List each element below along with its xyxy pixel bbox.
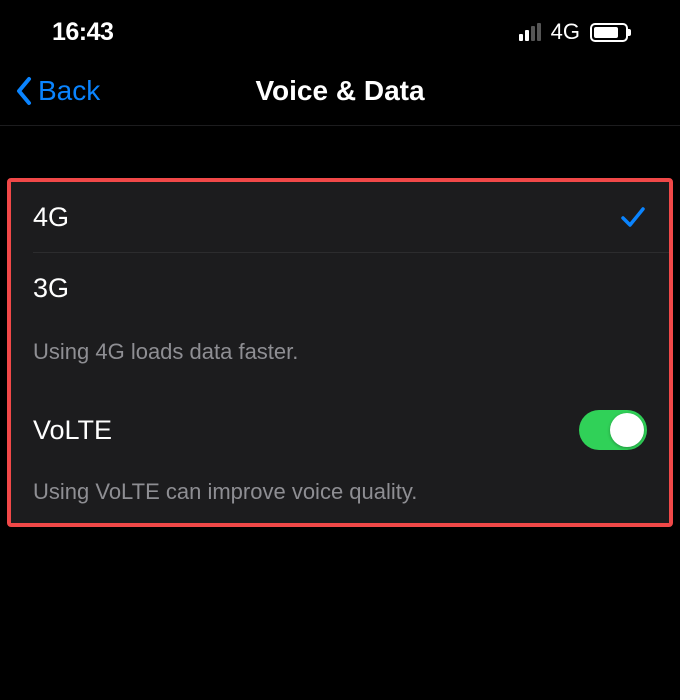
network-type-label: 4G: [551, 19, 580, 45]
content-area: 4G 3G Using 4G loads data faster. VoLTE …: [0, 126, 680, 527]
status-bar: 16:43 4G: [0, 0, 680, 56]
signal-icon: [519, 23, 541, 41]
network-mode-group: 4G 3G: [11, 182, 669, 323]
volte-row[interactable]: VoLTE: [11, 395, 669, 465]
option-4g[interactable]: 4G: [11, 182, 669, 252]
volte-footer: Using VoLTE can improve voice quality.: [11, 465, 669, 523]
chevron-left-icon: [14, 75, 36, 107]
volte-toggle[interactable]: [579, 410, 647, 450]
navigation-bar: Back Voice & Data: [0, 56, 680, 126]
checkmark-icon: [619, 203, 647, 231]
option-3g[interactable]: 3G: [11, 253, 669, 323]
highlight-annotation: 4G 3G Using 4G loads data faster. VoLTE …: [7, 178, 673, 527]
battery-icon: [590, 23, 628, 42]
back-label: Back: [38, 75, 100, 107]
status-indicators: 4G: [519, 19, 628, 45]
back-button[interactable]: Back: [14, 75, 100, 107]
network-mode-footer: Using 4G loads data faster.: [11, 323, 669, 395]
volte-group: VoLTE: [11, 395, 669, 465]
volte-label: VoLTE: [33, 415, 112, 446]
option-label: 4G: [33, 202, 69, 233]
status-time: 16:43: [52, 18, 113, 47]
page-title: Voice & Data: [255, 75, 424, 107]
option-label: 3G: [33, 273, 69, 304]
